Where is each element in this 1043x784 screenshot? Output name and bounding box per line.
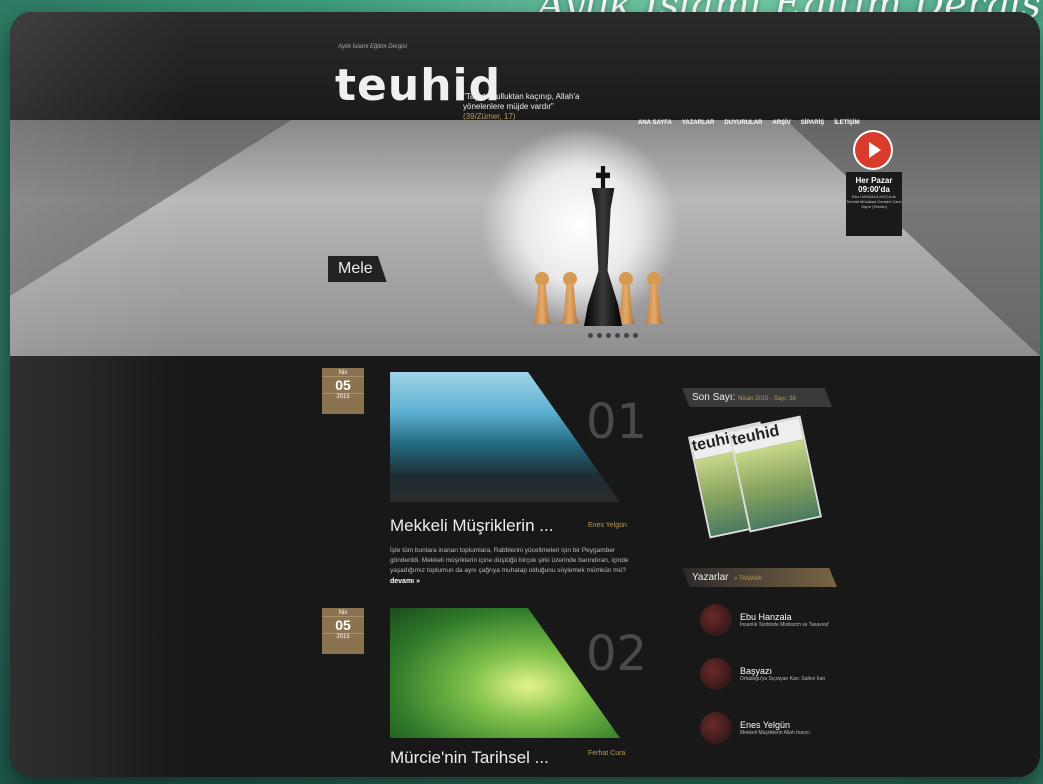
author-item[interactable]: Ebu Hanzala İnsanlık Tarihinde Mistisizm …	[700, 604, 828, 636]
post-date-badge: Nis 05 2015	[322, 368, 364, 414]
nav-archive[interactable]: ARŞİV	[772, 120, 790, 126]
tagline: "Tağuta kulluktan kaçınıp, Allah'a yönel…	[463, 92, 580, 121]
post-excerpt: İşte tüm bunlara inanan toplumlara, Rabb…	[390, 547, 629, 574]
hero-label: Mele	[328, 256, 387, 282]
slider-dots[interactable]	[588, 333, 638, 338]
live-schedule: Her Pazar 09:00'da Ebu HANZALA HOCA ile …	[846, 172, 902, 236]
nav-order[interactable]: SİPARİŞ	[801, 120, 825, 126]
nav-announcements[interactable]: DUYURULAR	[724, 120, 762, 126]
play-icon[interactable]	[855, 132, 891, 168]
post-number: 01	[586, 394, 648, 450]
avatar	[700, 712, 732, 744]
chess-pawn-icon	[642, 272, 666, 332]
brand-small: Aylık İslami Eğitim Dergisi	[338, 44, 407, 50]
main-nav: ANA SAYFA YAZARLAR DUYURULAR ARŞİV SİPAR…	[638, 120, 860, 126]
nav-home[interactable]: ANA SAYFA	[638, 120, 672, 126]
post-number: 02	[586, 626, 648, 682]
post-author[interactable]: Ferhat Cura	[588, 750, 625, 757]
nav-authors[interactable]: YAZARLAR	[682, 120, 714, 126]
post-title[interactable]: Mürcie'nin Tarihsel ...	[390, 748, 549, 768]
nav-contact[interactable]: İLETİŞİM	[834, 120, 859, 126]
authors-header: Yazarlar » TAMAMI	[682, 568, 837, 587]
author-item[interactable]: Başyazı Ortadoğu'ya Sıçrayan Kan: Safevi …	[700, 658, 825, 690]
avatar	[700, 604, 732, 636]
chess-pawn-icon	[530, 272, 554, 332]
read-more-link[interactable]: devamı »	[390, 578, 420, 585]
author-item[interactable]: Enes Yelgün Mekkeli Müşriklerin Allah İna…	[700, 712, 810, 744]
post-date-badge: Nis 05 2015	[322, 608, 364, 654]
website-frame: Mele Aylık İslami Eğitim Dergisi teuhid …	[10, 12, 1040, 777]
post-title[interactable]: Mekkeli Müşriklerin ...	[390, 516, 553, 536]
chess-king-icon	[580, 166, 626, 326]
last-issue-header: Son Sayı: Nisan 2015 - Sayı: 38	[682, 388, 832, 407]
avatar	[700, 658, 732, 690]
post-author[interactable]: Enes Yelgün	[588, 522, 627, 529]
chess-pawn-icon	[558, 272, 582, 332]
